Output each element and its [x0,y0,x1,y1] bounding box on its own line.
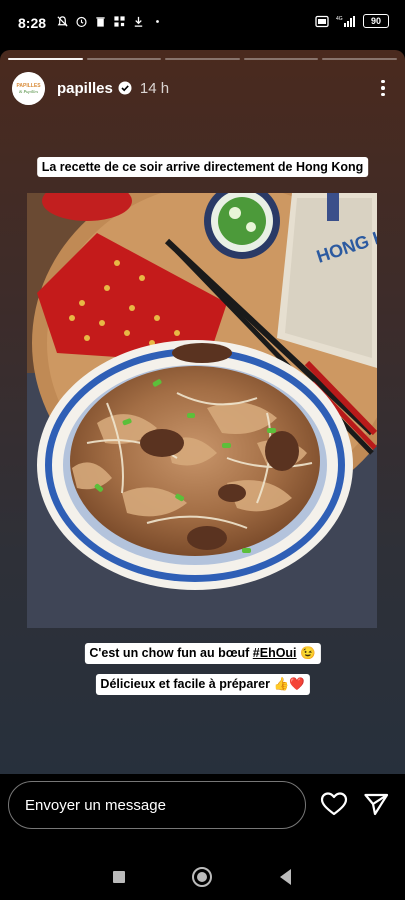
notification-icons [56,15,164,28]
system-nav-bar [0,850,405,900]
message-placeholder: Envoyer un message [25,796,166,814]
more-options-icon[interactable] [373,78,393,98]
story-photo: HONG KONG [27,193,377,628]
verified-badge-icon [118,81,132,95]
avatar[interactable]: PAPILLES & Pupilles [12,71,45,105]
progress-segment [165,58,240,60]
mute-bell-icon [57,16,68,27]
svg-text:4G: 4G [336,16,343,22]
story-username[interactable]: papilles [57,80,113,97]
caption-top: La recette de ce soir arrive directement… [36,157,369,177]
progress-segment [322,58,397,60]
story-progress [8,58,397,60]
story-age: 14 h [139,79,170,97]
caption-bottom-text: Délicieux et facile à préparer [100,677,274,691]
status-bar: 8:28 4G 90 [0,0,405,46]
status-right: 4G 90 [315,14,389,28]
caption-middle-text: C'est un chow fun au bœuf [89,646,253,660]
story-header: PAPILLES & Pupilles papilles 14 h [12,70,393,106]
thumbs-heart-emoji: 👍❤️ [273,677,305,691]
dot-icon [156,20,159,23]
reply-bar: Envoyer un message [0,774,405,840]
papilles-logo: PAPILLES & Pupilles [12,71,45,105]
recents-button[interactable] [113,871,125,883]
trash-icon [96,17,105,27]
signal-icon: 4G [336,15,355,27]
heart-icon[interactable] [320,791,348,817]
home-button[interactable] [192,867,212,887]
download-icon [134,16,143,27]
alarm-icon [76,16,87,28]
cast-icon [315,15,329,27]
progress-segment [86,58,162,60]
svg-text:& Pupilles: & Pupilles [19,89,39,94]
caption-bottom: Délicieux et facile à préparer 👍❤️ [95,674,310,695]
message-input[interactable]: Envoyer un message [8,781,306,829]
battery-indicator: 90 [363,14,389,28]
back-button[interactable] [280,869,291,885]
wink-emoji: 😉 [300,646,316,660]
progress-segment [243,58,319,60]
hashtag-link[interactable]: #EhOui [253,646,297,660]
status-time: 8:28 [18,15,47,31]
food-photo: HONG KONG [27,193,377,628]
story-viewer[interactable]: PAPILLES & Pupilles papilles 14 h La rec… [0,50,405,774]
progress-segment [8,58,83,60]
send-icon[interactable] [363,791,389,817]
qr-icon [114,16,125,27]
caption-middle: C'est un chow fun au bœuf #EhOui 😉 [84,643,321,664]
